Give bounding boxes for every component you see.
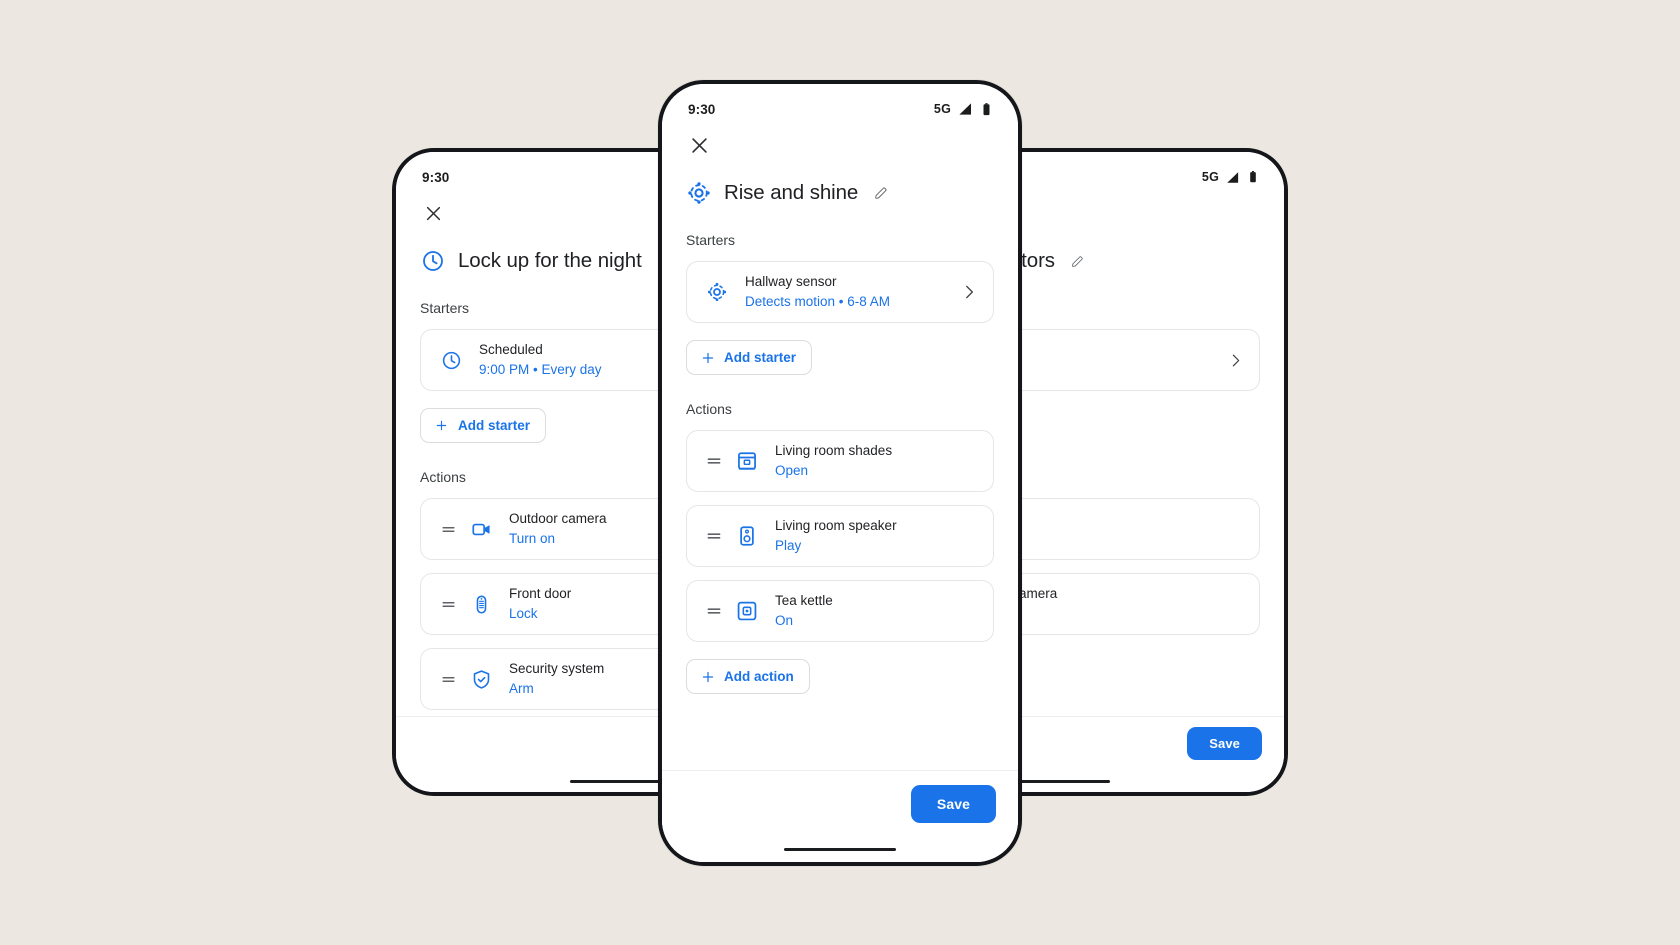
status-network-label: 5G	[1201, 170, 1219, 184]
action-text: Tea kettle On	[775, 591, 979, 630]
battery-full-icon	[979, 102, 994, 117]
routine-title-row-center: Rise and shine	[662, 158, 1018, 206]
battery-full-icon	[1246, 170, 1260, 184]
video-camera-icon	[469, 519, 493, 540]
starter-text: Hallway sensor Detects motion • 6-8 AM	[745, 272, 951, 311]
starters-section-label: Starters	[686, 232, 736, 248]
add-action-button[interactable]: Add action	[686, 659, 810, 694]
kettle-icon	[735, 600, 759, 622]
home-indicator	[570, 779, 666, 783]
signal-triangle-icon	[1225, 170, 1240, 185]
add-starter-button[interactable]: Add starter	[420, 408, 547, 443]
action-title: Tea kettle	[775, 593, 833, 609]
status-bar-center: 9:30 5G	[662, 84, 1018, 120]
drag-handle-icon[interactable]	[703, 452, 725, 470]
action-subtitle: Open	[775, 463, 809, 478]
motion-sensor-icon	[686, 180, 712, 206]
page-title: Lock up for the night	[458, 249, 642, 272]
shield-check-icon	[469, 669, 493, 690]
plus-icon	[700, 669, 715, 684]
pencil-icon[interactable]	[873, 185, 889, 201]
drag-handle-icon[interactable]	[437, 671, 459, 688]
speaker-icon	[735, 525, 759, 547]
action-subtitle: On	[775, 613, 794, 628]
action-subtitle: Play	[775, 538, 802, 553]
home-indicator	[784, 847, 896, 851]
status-indicators: 5G	[934, 101, 994, 117]
door-lock-icon	[469, 594, 493, 615]
actions-section-label: Actions	[686, 401, 732, 417]
phone-rise-and-shine: 9:30 5G Rise and shine Starters Hallway …	[658, 80, 1022, 866]
chevron-right-icon[interactable]	[1225, 352, 1245, 369]
clock-icon	[420, 248, 446, 274]
plus-icon	[434, 418, 449, 433]
status-indicators: 5G	[1202, 170, 1260, 185]
starter-subtitle: Detects motion • 6-8 AM	[745, 294, 891, 309]
actions-list-center: Living room shades Open Living room spea…	[662, 430, 1018, 642]
close-button[interactable]	[686, 132, 712, 158]
save-button[interactable]: Save	[910, 784, 996, 823]
action-text: Living room speaker Play	[775, 516, 979, 555]
close-icon	[423, 203, 444, 224]
drag-handle-icon[interactable]	[703, 527, 725, 545]
home-indicator	[1014, 779, 1110, 783]
starter-title: Hallway sensor	[745, 274, 837, 290]
save-button[interactable]: Save	[1187, 727, 1262, 760]
add-action-label: Add action	[724, 669, 794, 684]
page-title: Rise and shine	[724, 181, 859, 204]
action-text: Living room shades Open	[775, 441, 979, 480]
screen-center: 9:30 5G Rise and shine Starters Hallway …	[662, 84, 1018, 862]
pencil-icon[interactable]	[1070, 253, 1086, 269]
drag-handle-icon[interactable]	[437, 521, 459, 538]
status-time: 9:30	[688, 101, 716, 117]
action-row[interactable]: Tea kettle On	[686, 580, 994, 642]
motion-sensor-icon	[705, 281, 729, 303]
clock-icon	[439, 350, 463, 371]
close-icon	[688, 134, 711, 157]
add-starter-label: Add starter	[458, 418, 531, 433]
plus-icon	[700, 350, 715, 365]
action-title: Living room shades	[775, 443, 893, 459]
add-starter-button[interactable]: Add starter	[686, 340, 813, 375]
signal-triangle-icon	[957, 101, 973, 117]
action-row[interactable]: Living room speaker Play	[686, 505, 994, 567]
drag-handle-icon[interactable]	[437, 596, 459, 613]
status-time: 9:30	[422, 169, 450, 185]
status-network-label: 5G	[933, 102, 951, 116]
action-title: Living room speaker	[775, 518, 897, 534]
action-row[interactable]: Living room shades Open	[686, 430, 994, 492]
starter-row[interactable]: Hallway sensor Detects motion • 6-8 AM	[686, 261, 994, 323]
starters-list-center: Hallway sensor Detects motion • 6-8 AM	[662, 261, 1018, 323]
screens-stage: 9:30 5G Lock up for the night	[0, 0, 1680, 945]
chevron-right-icon[interactable]	[959, 283, 979, 301]
close-button[interactable]	[420, 200, 446, 226]
window-shades-icon	[735, 450, 759, 472]
add-starter-label: Add starter	[724, 350, 797, 365]
drag-handle-icon[interactable]	[703, 602, 725, 620]
close-row-center	[662, 120, 1018, 158]
